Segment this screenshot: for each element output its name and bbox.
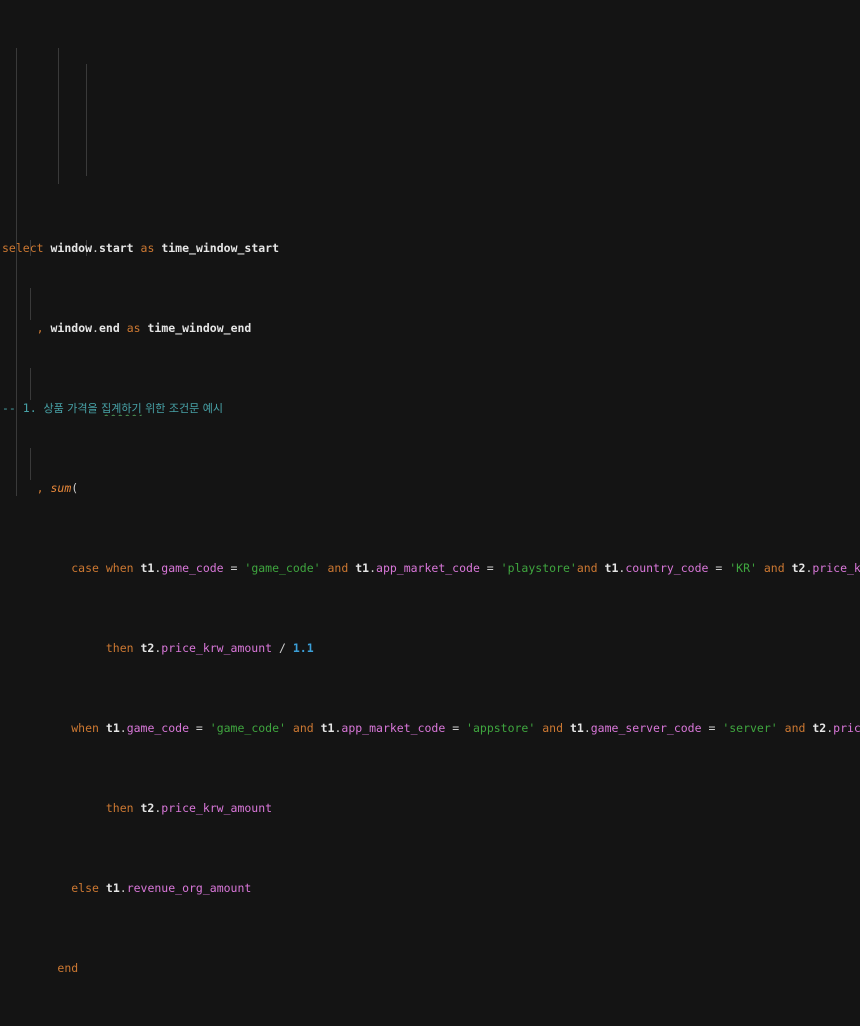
function-name: sum <box>50 481 72 495</box>
column-ref: price_krw_amount <box>161 641 273 655</box>
indent-guide <box>86 64 87 176</box>
indent-guide <box>58 48 59 184</box>
identifier: start <box>98 241 134 255</box>
code-line-comment[interactable]: -- 1. 상품 가격을 집계하기 위한 조건문 예시 <box>0 400 860 416</box>
number-literal: 1.1 <box>292 641 314 655</box>
sql-keyword: then <box>105 641 134 655</box>
code-line[interactable]: case when t1.game_code = 'game_code' and… <box>0 560 860 576</box>
column-ref: game_code <box>126 721 189 735</box>
identifier: end <box>98 321 120 335</box>
column-ref: price_krw_amount <box>812 561 860 575</box>
identifier: window <box>50 241 93 255</box>
column-ref: app_market_code <box>341 721 446 735</box>
indent-guide <box>30 288 31 320</box>
code-line[interactable]: then t2.price_krw_amount <box>0 800 860 816</box>
identifier: time_window_end <box>147 321 252 335</box>
string-literal: 'appstore' <box>466 721 536 735</box>
sql-keyword: as <box>140 241 155 255</box>
column-ref: price_krw_amount <box>161 801 273 815</box>
sql-code-editor[interactable]: select window.start as time_window_start… <box>0 0 860 975</box>
code-line[interactable]: , sum( <box>0 480 860 496</box>
string-literal: 'game_code' <box>244 561 321 575</box>
sql-keyword: as <box>126 321 141 335</box>
indent-guide <box>30 448 31 480</box>
column-ref: revenue_org_amount <box>126 881 252 895</box>
indent-guide <box>16 48 17 496</box>
sql-keyword: case when <box>71 561 134 575</box>
code-line[interactable]: then t2.price_krw_amount / 1.1 <box>0 640 860 656</box>
sql-keyword: then <box>105 801 134 815</box>
spellcheck-squiggle: 집계하기 <box>101 402 142 415</box>
sql-keyword: select <box>2 241 44 255</box>
code-line[interactable]: else t1.revenue_org_amount <box>0 880 860 896</box>
string-literal: 'playstore' <box>500 561 577 575</box>
code-line[interactable]: end <box>0 960 860 976</box>
column-ref: price_krw_amount <box>833 721 860 735</box>
sql-keyword: else <box>71 881 99 895</box>
identifier: time_window_start <box>161 241 280 255</box>
identifier: window <box>50 321 93 335</box>
string-literal: 'server' <box>722 721 778 735</box>
column-ref: app_market_code <box>376 561 480 575</box>
column-ref: game_code <box>161 561 224 575</box>
code-line[interactable]: select window.start as time_window_start <box>0 240 860 256</box>
indent-guide <box>58 96 59 112</box>
sql-keyword: when <box>71 721 99 735</box>
indent-guide <box>30 368 31 400</box>
comma: , <box>36 321 44 335</box>
column-ref: country_code <box>625 561 709 575</box>
string-literal: 'game_code' <box>209 721 286 735</box>
code-line[interactable]: when t1.game_code = 'game_code' and t1.a… <box>0 720 860 736</box>
string-literal: 'KR' <box>729 561 757 575</box>
comment-text: -- 1. <box>2 401 44 415</box>
column-ref: game_server_code <box>590 721 702 735</box>
code-line[interactable]: , window.end as time_window_end <box>0 320 860 336</box>
sql-keyword: end <box>57 961 79 975</box>
